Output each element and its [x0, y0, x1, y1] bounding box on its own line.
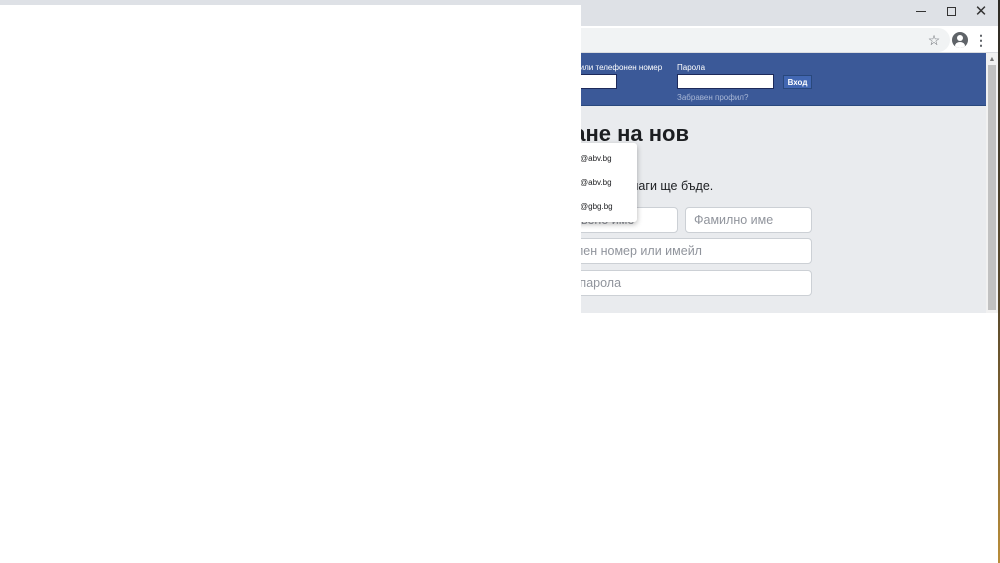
close-icon: ✕ [974, 2, 988, 20]
page-scrollbar[interactable]: ▲ [986, 53, 998, 313]
password-label: Парола [677, 63, 706, 72]
close-button[interactable]: ✕ [966, 0, 996, 22]
last-name-field[interactable]: Фамилно име [685, 207, 812, 233]
minimize-button[interactable] [906, 0, 936, 22]
phone-or-email-field[interactable]: илен номер или имейл [560, 238, 812, 264]
password-field[interactable] [677, 74, 774, 89]
maximize-icon [946, 6, 956, 16]
scroll-up-arrow-icon[interactable]: ▲ [986, 53, 998, 65]
blank-window-overlay [0, 5, 581, 313]
email-label: а или телефонен номер [573, 63, 663, 72]
forgot-account-link[interactable]: Забравен профил? [677, 93, 748, 102]
profile-avatar-icon[interactable] [952, 32, 968, 48]
browser-menu-icon[interactable]: ⋮ [974, 30, 988, 50]
new-password-field[interactable]: а парола [560, 270, 812, 296]
bookmark-star-icon[interactable]: ☆ [924, 30, 944, 50]
login-button[interactable]: Вход [783, 75, 812, 89]
scrollbar-thumb[interactable] [988, 65, 996, 310]
maximize-button[interactable] [936, 0, 966, 22]
blank-window-overlay-bottom [0, 313, 998, 563]
minimize-icon [916, 10, 926, 12]
